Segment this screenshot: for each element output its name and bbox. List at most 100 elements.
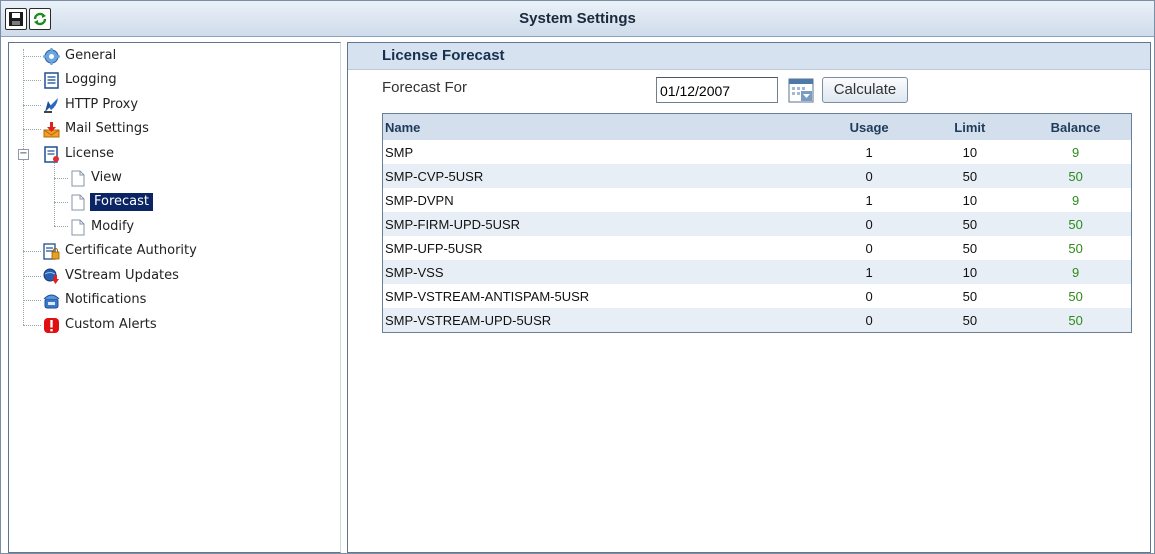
tree-item-label: View bbox=[91, 170, 122, 185]
tree-connector bbox=[54, 163, 55, 226]
panel-title: License Forecast bbox=[382, 47, 505, 64]
license-forecast-table: Name Usage Limit Balance SMP 1 10 9 SMP-… bbox=[382, 113, 1132, 333]
tree-item-label: HTTP Proxy bbox=[65, 97, 139, 112]
calculate-button[interactable]: Calculate bbox=[822, 77, 908, 103]
tree-item-general[interactable]: General bbox=[43, 45, 323, 67]
document-icon bbox=[44, 72, 59, 89]
tree-item-label: Modify bbox=[91, 219, 135, 234]
license-forecast-panel: License Forecast Forecast For 01/12/2007… bbox=[347, 42, 1151, 553]
table-row[interactable]: SMP-VSS 1 10 9 bbox=[382, 260, 1132, 284]
column-header-balance[interactable]: Balance bbox=[1020, 113, 1132, 140]
system-settings-window: System Settings − General Logging HTTP P… bbox=[0, 0, 1155, 554]
license-document-icon bbox=[44, 146, 59, 163]
tree-item-label: VStream Updates bbox=[65, 268, 179, 283]
cell-limit: 50 bbox=[962, 240, 978, 256]
tree-item-mail-settings[interactable]: Mail Settings bbox=[43, 118, 323, 140]
page-icon bbox=[71, 170, 85, 187]
cell-limit: 50 bbox=[919, 308, 1021, 333]
forecast-for-label: Forecast For bbox=[382, 79, 468, 96]
table-row[interactable]: SMP-VSTREAM-ANTISPAM-5USR 0 50 50 bbox=[383, 284, 1132, 308]
cell-name: SMP-CVP-5USR bbox=[382, 164, 819, 188]
mail-download-icon bbox=[43, 122, 60, 138]
tree-item-label: General bbox=[65, 48, 117, 63]
tree-item-label-selected: Forecast bbox=[90, 193, 154, 211]
cell-balance: 9 bbox=[1071, 144, 1080, 160]
tree-item-custom-alerts[interactable]: Custom Alerts bbox=[43, 314, 323, 336]
tree-connector bbox=[23, 80, 41, 81]
table-row[interactable]: SMP-FIRM-UPD-5USR 0 50 50 bbox=[382, 212, 1132, 236]
cell-balance: 50 bbox=[1068, 240, 1083, 256]
satellite-dish-icon bbox=[44, 98, 58, 113]
column-header-limit[interactable]: Limit bbox=[919, 113, 1021, 140]
cell-limit: 10 bbox=[919, 260, 1021, 284]
tree-connector bbox=[54, 226, 68, 227]
cell-name: SMP-VSTREAM-ANTISPAM-5USR bbox=[385, 288, 590, 304]
cell-balance: 9 bbox=[1071, 192, 1080, 208]
tree-connector bbox=[23, 56, 41, 57]
column-header-name[interactable]: Name bbox=[382, 113, 819, 140]
cell-balance: 50 bbox=[1020, 212, 1132, 236]
tree-item-label: Certificate Authority bbox=[65, 243, 197, 258]
tree-connector bbox=[23, 49, 24, 325]
column-header-usage[interactable]: Usage bbox=[818, 113, 920, 140]
tree-item-notifications[interactable]: Notifications bbox=[43, 289, 323, 311]
cell-name: SMP-DVPN bbox=[385, 192, 454, 208]
tree-item-label: Notifications bbox=[65, 292, 147, 307]
table-row[interactable]: SMP-CVP-5USR 0 50 50 bbox=[382, 164, 1132, 188]
table-row[interactable]: SMP-UFP-5USR 0 50 50 bbox=[383, 236, 1132, 260]
tree-connector bbox=[23, 276, 41, 277]
globe-download-icon bbox=[43, 268, 59, 284]
tree-connector bbox=[23, 129, 41, 130]
panel-header: License Forecast bbox=[348, 43, 1150, 70]
cell-limit: 50 bbox=[919, 164, 1021, 188]
cell-limit: 50 bbox=[919, 212, 1021, 236]
phone-icon bbox=[43, 294, 60, 309]
page-icon bbox=[71, 219, 85, 236]
table-row[interactable]: SMP 1 10 9 bbox=[383, 140, 1132, 164]
cell-usage: 1 bbox=[865, 144, 873, 160]
tree-item-label: Logging bbox=[65, 72, 117, 87]
cell-usage: 0 bbox=[818, 212, 920, 236]
tree-item-certificate-authority[interactable]: Certificate Authority bbox=[43, 240, 323, 262]
tree-connector bbox=[23, 325, 41, 326]
table-row[interactable]: SMP-DVPN 1 10 9 bbox=[383, 188, 1132, 212]
cell-balance: 50 bbox=[1020, 164, 1132, 188]
cell-name: SMP-VSS bbox=[382, 260, 819, 284]
title-bar: System Settings bbox=[1, 1, 1154, 37]
tree-item-label: Mail Settings bbox=[65, 121, 149, 136]
window-title: System Settings bbox=[519, 10, 636, 27]
cell-balance: 9 bbox=[1020, 260, 1132, 284]
cell-usage: 1 bbox=[818, 260, 920, 284]
cell-limit: 50 bbox=[962, 288, 978, 304]
gear-icon bbox=[43, 48, 60, 65]
cell-limit: 10 bbox=[962, 144, 978, 160]
table-row[interactable]: SMP-VSTREAM-UPD-5USR 0 50 50 bbox=[382, 308, 1132, 333]
forecast-date-input[interactable]: 01/12/2007 bbox=[656, 77, 778, 103]
tree-item-label: License bbox=[65, 146, 115, 161]
tree-connector bbox=[54, 178, 68, 179]
tree-connector bbox=[23, 251, 41, 252]
cell-name: SMP-FIRM-UPD-5USR bbox=[382, 212, 819, 236]
cell-usage: 0 bbox=[818, 164, 920, 188]
collapse-toggle[interactable]: − bbox=[18, 149, 29, 160]
tree-item-logging[interactable]: Logging bbox=[43, 69, 323, 91]
settings-tree: − General Logging HTTP Proxy Mail Settin… bbox=[8, 42, 341, 553]
alert-icon bbox=[44, 318, 59, 333]
tree-item-http-proxy[interactable]: HTTP Proxy bbox=[43, 94, 323, 116]
tree-item-view[interactable]: View bbox=[69, 167, 319, 189]
cell-name: SMP bbox=[385, 144, 414, 160]
cell-balance: 50 bbox=[1068, 288, 1083, 304]
cell-usage: 0 bbox=[865, 288, 873, 304]
tree-item-vstream-updates[interactable]: VStream Updates bbox=[43, 265, 323, 287]
cell-usage: 0 bbox=[865, 240, 873, 256]
cell-name: SMP-VSTREAM-UPD-5USR bbox=[382, 308, 819, 333]
tree-item-modify[interactable]: Modify bbox=[69, 216, 319, 238]
certificate-lock-icon bbox=[43, 243, 60, 260]
calendar-icon[interactable] bbox=[788, 78, 814, 103]
tree-item-forecast[interactable]: Forecast bbox=[69, 191, 319, 213]
page-icon bbox=[71, 194, 85, 211]
tree-connector bbox=[23, 300, 41, 301]
cell-name: SMP-UFP-5USR bbox=[385, 240, 483, 256]
tree-item-license[interactable]: License bbox=[43, 143, 323, 165]
cell-usage: 1 bbox=[865, 192, 873, 208]
